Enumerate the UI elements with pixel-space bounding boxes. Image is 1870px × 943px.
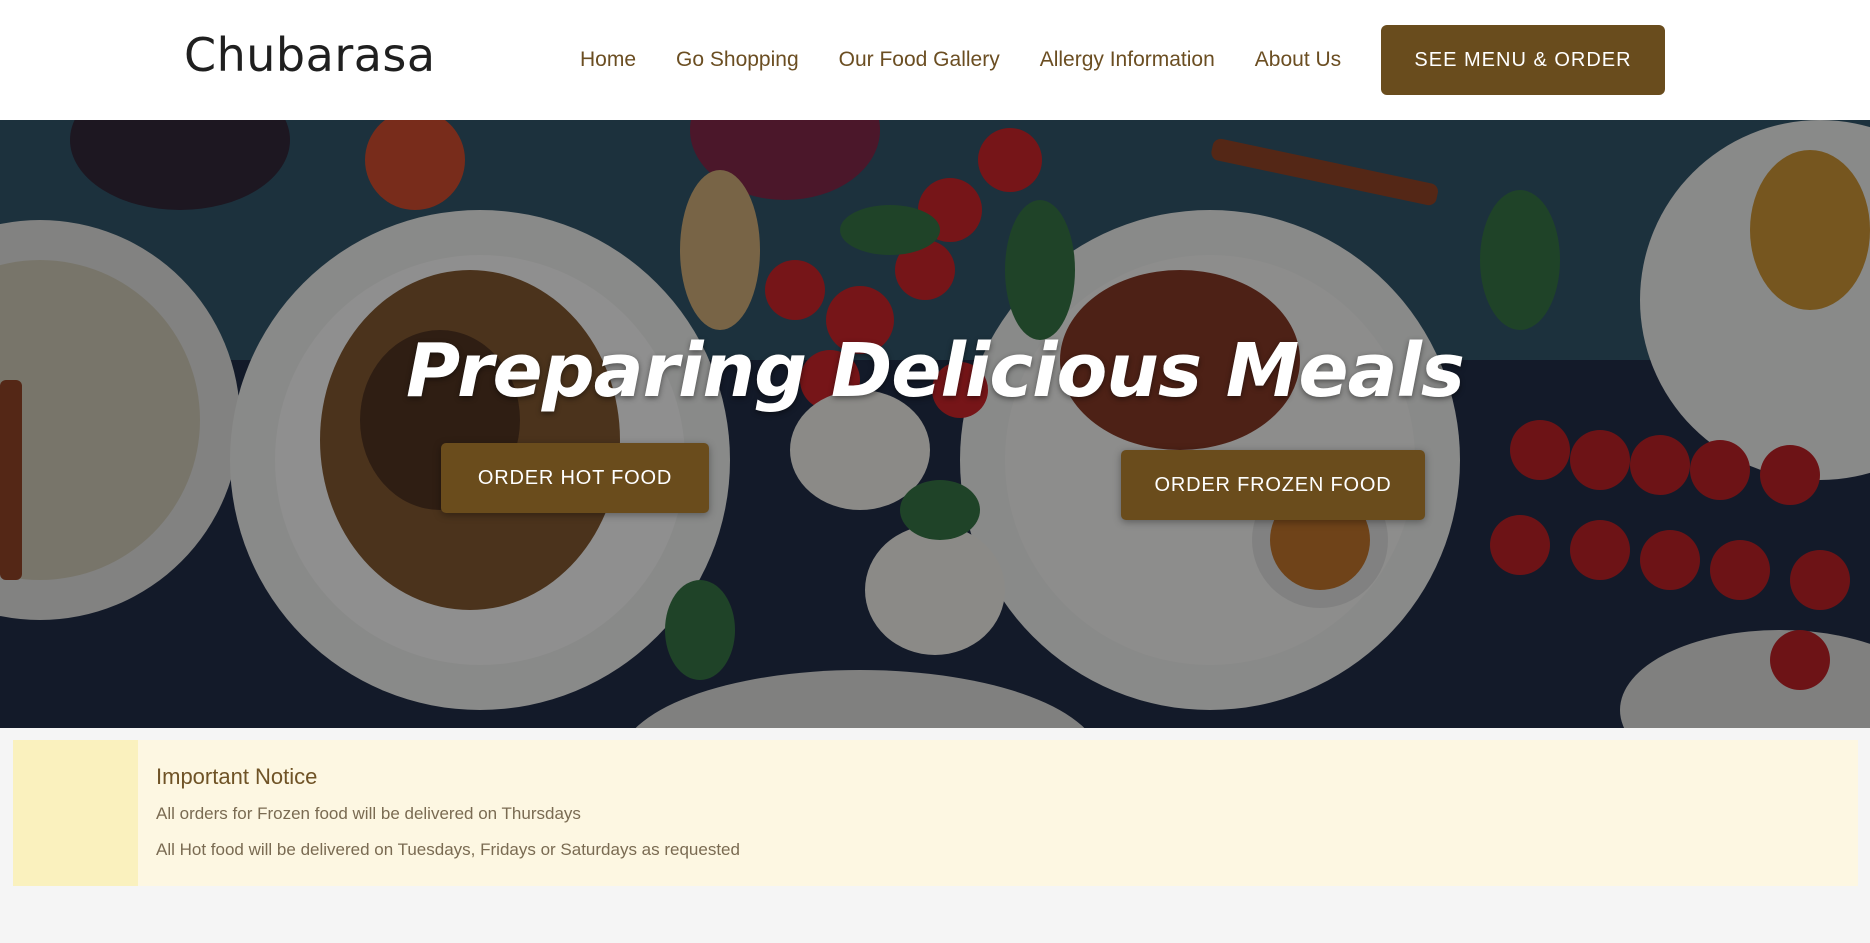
hero-banner: Preparing Delicious Meals ORDER HOT FOOD…: [0, 120, 1870, 728]
important-notice: Important Notice All orders for Frozen f…: [13, 740, 1858, 886]
order-hot-food-button[interactable]: ORDER HOT FOOD: [441, 443, 709, 513]
site-logo[interactable]: Chubarasa: [184, 28, 436, 82]
site-header: Chubarasa Home Go Shopping Our Food Gall…: [0, 0, 1870, 120]
notice-line-hot: All Hot food will be delivered on Tuesda…: [156, 840, 740, 859]
hero-overlay: [0, 120, 1870, 728]
nav-home[interactable]: Home: [580, 48, 636, 72]
nav-allergy-information[interactable]: Allergy Information: [1040, 48, 1215, 72]
nav-go-shopping[interactable]: Go Shopping: [676, 48, 799, 72]
notice-stripe: [13, 740, 138, 886]
order-frozen-food-button[interactable]: ORDER FROZEN FOOD: [1121, 450, 1425, 520]
nav-about-us[interactable]: About Us: [1255, 48, 1341, 72]
main-nav: Home Go Shopping Our Food Gallery Allerg…: [580, 0, 1381, 120]
notice-title: Important Notice: [156, 764, 318, 789]
nav-food-gallery[interactable]: Our Food Gallery: [839, 48, 1000, 72]
notice-line-frozen: All orders for Frozen food will be deliv…: [156, 804, 581, 823]
hero-title: Preparing Delicious Meals: [406, 328, 1465, 414]
see-menu-order-button[interactable]: SEE MENU & ORDER: [1381, 25, 1665, 95]
